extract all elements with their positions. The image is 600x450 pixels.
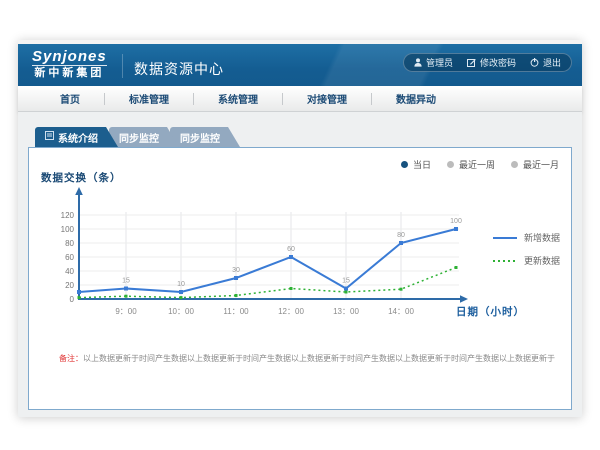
data-point bbox=[454, 227, 458, 231]
nav-item-系统管理[interactable]: 系统管理 bbox=[194, 91, 282, 106]
app-window: Synjones 新中新集团 数据资源中心 管理员修改密码退出 首页标准管理系统… bbox=[18, 40, 582, 417]
data-point bbox=[289, 255, 293, 259]
header-divider bbox=[122, 54, 123, 78]
data-point-label: 60 bbox=[287, 246, 295, 253]
time-range-radio-group: 当日 最近一周 最近一月 bbox=[401, 158, 559, 171]
legend-label: 新增数据 bbox=[524, 231, 560, 244]
radio-dot bbox=[511, 161, 518, 168]
tab-同步监控-2[interactable]: 同步监控 bbox=[170, 127, 240, 147]
data-point-label: 80 bbox=[397, 232, 405, 239]
y-tick-label: 60 bbox=[65, 253, 74, 262]
footnote-text: 以上数据更新于时间产生数据以上数据更新于时间产生数据以上数据更新于时间产生数据以… bbox=[83, 354, 555, 363]
user-toolbar-item-退出[interactable]: 退出 bbox=[530, 56, 561, 69]
x-tick-label: 10：00 bbox=[168, 307, 194, 316]
data-point-label: 15 bbox=[342, 278, 350, 285]
x-tick-label: 12：00 bbox=[278, 307, 304, 316]
chart-panel: 当日 最近一周 最近一月 数据交换（条） 0 20 40 60 80 100 120 9：00 10… bbox=[28, 147, 572, 410]
footnote: 备注：以上数据更新于时间产生数据以上数据更新于时间产生数据以上数据更新于时间产生… bbox=[59, 353, 559, 364]
x-tick-label: 11：00 bbox=[223, 307, 249, 316]
x-axis-title: 日期（小时） bbox=[456, 304, 525, 319]
data-point bbox=[125, 295, 128, 298]
radio-label: 最近一周 bbox=[459, 158, 495, 171]
data-point-label: 100 bbox=[450, 218, 462, 225]
user-icon bbox=[414, 58, 422, 67]
data-point bbox=[399, 241, 403, 245]
y-tick-label: 120 bbox=[61, 211, 75, 220]
radio-label: 当日 bbox=[413, 158, 431, 171]
tab-bar: 系统介绍 同步监控 同步监控 bbox=[35, 127, 231, 147]
tab-同步监控-1[interactable]: 同步监控 bbox=[109, 127, 179, 147]
x-tick-label: 14：00 bbox=[388, 307, 414, 316]
radio-label: 最近一月 bbox=[523, 158, 559, 171]
radio-dot bbox=[447, 161, 454, 168]
legend-line-sample bbox=[493, 259, 517, 263]
data-point-label: 15 bbox=[122, 278, 130, 285]
legend-item-更新数据[interactable]: 更新数据 bbox=[493, 254, 560, 267]
app-header: Synjones 新中新集团 数据资源中心 管理员 修改密码 退出 bbox=[18, 44, 582, 86]
radio-dot bbox=[401, 161, 408, 168]
data-point bbox=[345, 291, 348, 294]
y-tick-label: 100 bbox=[61, 225, 75, 234]
radio-最近一月[interactable]: 最近一月 bbox=[511, 158, 559, 171]
content-area: 系统介绍 同步监控 同步监控 当日 最近一周 最近一月 数据交换（条） 0 20 40 60 8… bbox=[18, 112, 582, 417]
edit-password-icon bbox=[467, 58, 476, 67]
brand-logo-text: Synjones bbox=[32, 49, 107, 65]
data-point-label: 30 bbox=[232, 267, 240, 274]
tab-label: 系统介绍 bbox=[58, 130, 98, 145]
series-legend: 新增数据更新数据 bbox=[493, 231, 560, 267]
nav-item-对接管理[interactable]: 对接管理 bbox=[283, 91, 371, 106]
data-point bbox=[180, 296, 183, 299]
y-tick-label: 80 bbox=[65, 239, 74, 248]
user-toolbar-item-修改密码[interactable]: 修改密码 bbox=[467, 56, 516, 69]
legend-label: 更新数据 bbox=[524, 254, 560, 267]
data-point bbox=[344, 287, 348, 291]
y-axis-arrow bbox=[75, 187, 83, 195]
data-point bbox=[234, 276, 238, 280]
y-tick-label: 40 bbox=[65, 267, 74, 276]
user-toolbar-label: 管理员 bbox=[426, 56, 453, 69]
y-tick-label: 20 bbox=[65, 281, 74, 290]
data-point bbox=[77, 290, 81, 294]
nav-item-首页[interactable]: 首页 bbox=[36, 91, 104, 106]
footnote-prefix: 备注： bbox=[59, 354, 83, 363]
x-tick-label: 13：00 bbox=[333, 307, 359, 316]
y-axis-title: 数据交换（条） bbox=[41, 170, 122, 185]
tab-label: 同步监控 bbox=[180, 130, 220, 145]
tab-label: 同步监控 bbox=[119, 130, 159, 145]
y-tick-label: 0 bbox=[70, 295, 75, 304]
x-tick-label: 9：00 bbox=[115, 307, 137, 316]
nav-item-数据异动[interactable]: 数据异动 bbox=[372, 91, 460, 106]
series-line-更新数据 bbox=[79, 268, 456, 298]
data-point bbox=[179, 290, 183, 294]
document-icon bbox=[45, 131, 54, 143]
user-toolbar: 管理员 修改密码 退出 bbox=[403, 53, 572, 72]
user-toolbar-item-管理员[interactable]: 管理员 bbox=[414, 56, 453, 69]
data-point bbox=[455, 266, 458, 269]
nav-item-标准管理[interactable]: 标准管理 bbox=[105, 91, 193, 106]
radio-当日[interactable]: 当日 bbox=[401, 158, 431, 171]
user-toolbar-label: 修改密码 bbox=[480, 56, 516, 69]
main-nav: 首页标准管理系统管理对接管理数据异动 bbox=[18, 86, 582, 112]
logout-icon bbox=[530, 58, 539, 67]
brand-company-name: 新中新集团 bbox=[32, 65, 107, 80]
radio-最近一周[interactable]: 最近一周 bbox=[447, 158, 495, 171]
data-point bbox=[400, 288, 403, 291]
legend-line-sample bbox=[493, 236, 517, 240]
app-title: 数据资源中心 bbox=[134, 59, 224, 79]
data-point bbox=[78, 296, 81, 299]
legend-item-新增数据[interactable]: 新增数据 bbox=[493, 231, 560, 244]
data-point bbox=[235, 294, 238, 297]
user-toolbar-label: 退出 bbox=[543, 56, 561, 69]
brand-logo: Synjones 新中新集团 bbox=[32, 49, 107, 80]
data-point-label: 10 bbox=[177, 281, 185, 288]
data-point bbox=[290, 287, 293, 290]
data-point bbox=[124, 287, 128, 291]
x-axis-arrow bbox=[460, 295, 468, 302]
tab-系统介绍-0[interactable]: 系统介绍 bbox=[35, 127, 118, 147]
